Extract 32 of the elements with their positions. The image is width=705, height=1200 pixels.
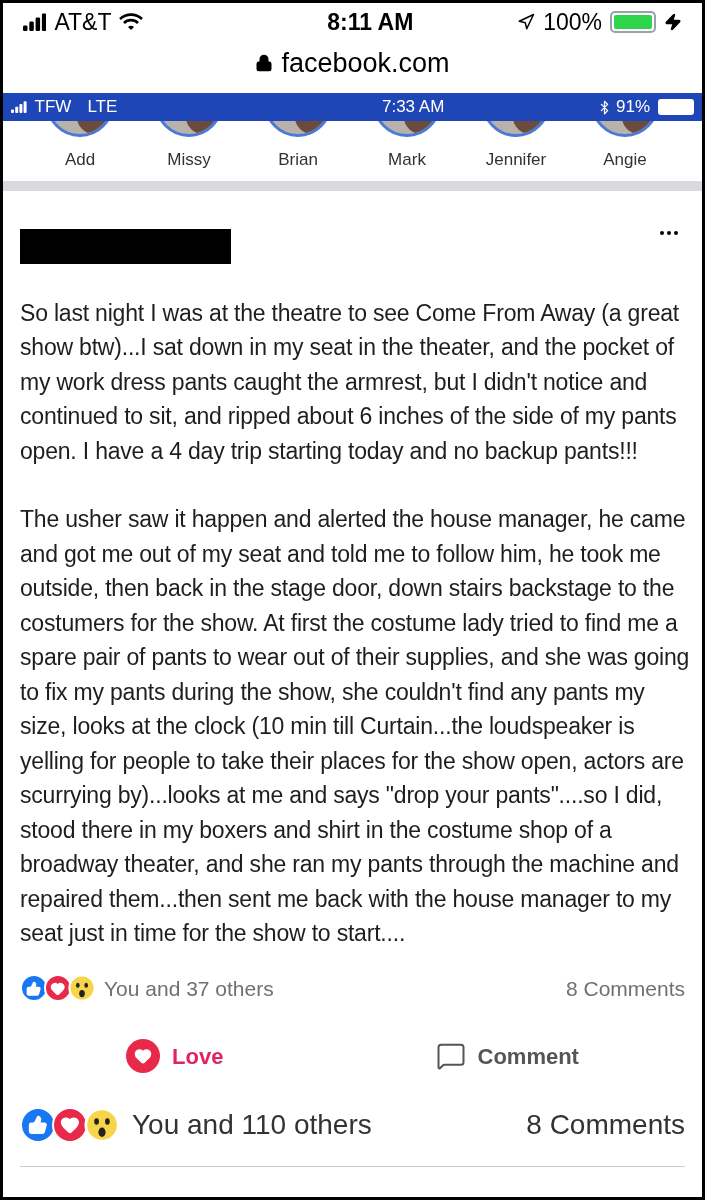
clock-time: 8:11 AM xyxy=(327,7,414,37)
speech-bubble-icon xyxy=(435,1041,466,1071)
reaction-summary[interactable]: You and 110 others xyxy=(132,1104,372,1146)
reaction-summary[interactable]: You and 37 others xyxy=(104,972,274,1004)
story-name[interactable]: Brian xyxy=(278,147,318,173)
signal-icon xyxy=(11,101,27,113)
story-name[interactable]: Jennifer xyxy=(485,147,547,173)
clock-time: 7:33 AM xyxy=(381,96,445,119)
comment-count[interactable]: 8 Comments xyxy=(565,972,685,1004)
battery-percentage: 100% xyxy=(543,7,602,37)
location-arrow-icon xyxy=(517,13,536,31)
battery-percentage: 91% xyxy=(615,96,650,119)
wifi-icon xyxy=(119,13,144,31)
comment-button[interactable]: Comment xyxy=(435,1039,579,1073)
post-text: The usher saw it happen and alerted the house manager, he came and got me out of my seat and told me to follow him, he took me outside, then back in the stage door, down stairs backstage to the costumers for the show. At first the costume lady tried to find me a spare pair of pants to wear out of their supplies, and she was going to fix my pants during the show, she couldn't find any pants my size, looks at the clock (10 min till Curtain...the loudspeaker is yelling for people to take their places for the show open, actors are scurrying by)...looks at me and says "drop your pants"....so I did, stood there in my boxers and shirt in the costume shop of a broadway theater, and she ran my pants through the machine and repaired them...then sent me back with the house manager to my seat just in time for the show to start.... xyxy=(20,505,690,948)
network-type: LTE xyxy=(87,96,118,119)
carrier-name: TFW xyxy=(34,96,72,119)
signal-icon xyxy=(23,13,47,31)
love-button[interactable]: Love xyxy=(126,1039,224,1073)
story-name[interactable]: Mark xyxy=(388,147,426,173)
surprised-face-icon xyxy=(84,1107,120,1143)
carrier-name: AT&T xyxy=(54,7,112,37)
comment-count[interactable]: 8 Comments xyxy=(526,1104,685,1146)
url-text[interactable]: facebook.com xyxy=(281,42,450,84)
battery-icon xyxy=(658,99,694,115)
story-name[interactable]: Missy xyxy=(167,147,211,173)
post-text: So last night I was at the theatre to see Come From Away (a great show btw)...I sat down in my seat in the theater, and the pocket of my work dress pants caught the armrest, but I didn't notice and continued to sit, and ripped about 6 inches of the side of my pants open. I have a 4 day trip starting today and no backup pants!!! xyxy=(20,298,681,466)
story-name[interactable]: Angie xyxy=(603,147,647,173)
story-name[interactable]: Add xyxy=(64,147,96,173)
lock-icon xyxy=(255,54,274,72)
battery-icon xyxy=(610,11,656,33)
surprised-face-icon xyxy=(68,974,96,1003)
